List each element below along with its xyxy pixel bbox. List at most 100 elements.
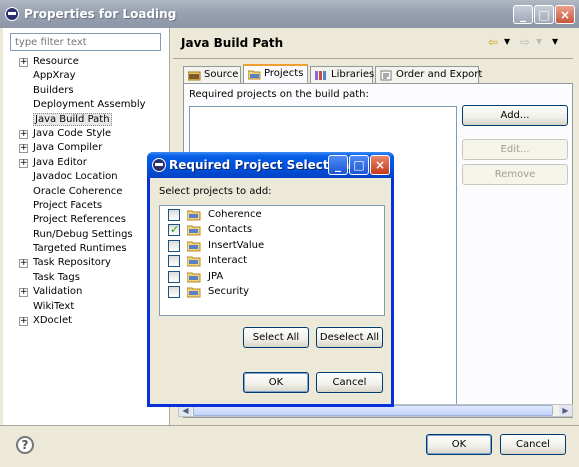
tree-item[interactable]: Deployment Assembly xyxy=(3,98,170,112)
project-name: Interact xyxy=(208,255,248,267)
tree-item-label: Project References xyxy=(33,214,126,226)
project-folder-icon xyxy=(187,272,201,283)
tree-item-label: Java Code Style xyxy=(33,127,112,139)
project-folder-icon xyxy=(187,256,201,267)
expand-plus-icon[interactable]: + xyxy=(19,158,28,168)
tree-item-label: Java Editor xyxy=(33,156,87,168)
tree-item-label: XDoclet xyxy=(33,315,73,327)
tree-item[interactable]: + Java Compiler xyxy=(3,141,170,155)
filter-input[interactable] xyxy=(10,33,161,51)
project-checkbox[interactable] xyxy=(168,286,180,298)
tree-item-label: Project Facets xyxy=(33,199,103,211)
tree-item-label: Oracle Coherence xyxy=(33,185,123,197)
back-arrow-icon[interactable]: ⇦ xyxy=(488,36,502,48)
tab-libraries[interactable]: Libraries xyxy=(310,66,374,83)
tab-order-and-export[interactable]: Order and Export xyxy=(375,66,482,83)
tree-item-label: Run/Debug Settings xyxy=(33,228,133,240)
deselect-all-button[interactable]: Deselect All xyxy=(316,327,383,348)
maximize-button[interactable]: □ xyxy=(534,5,554,24)
expand-plus-icon[interactable]: + xyxy=(19,317,28,327)
project-name: InsertValue xyxy=(208,239,265,251)
back-menu-chevron-down-icon[interactable]: ▼ xyxy=(504,36,518,48)
tree-item-label: Deployment Assembly xyxy=(33,99,146,111)
tree-item[interactable]: Task Tags xyxy=(3,271,170,285)
scroll-right-icon[interactable]: ▶ xyxy=(559,405,572,416)
tree-item[interactable]: + Task Repository xyxy=(3,256,170,270)
project-checkbox[interactable] xyxy=(168,239,180,252)
forward-arrow-icon[interactable]: ⇨ xyxy=(520,36,534,48)
header-separator xyxy=(173,58,573,59)
footer-separator xyxy=(0,425,579,426)
tree-item-label: WikiText xyxy=(33,300,75,312)
tree-item[interactable]: Oracle Coherence xyxy=(3,185,170,199)
tree-item[interactable]: Builders xyxy=(3,84,170,98)
tree-item-label: Task Repository xyxy=(33,257,111,269)
tree-item[interactable]: Targeted Runtimes xyxy=(3,242,170,256)
tree-item-label: Validation xyxy=(33,286,83,298)
tree-item-label: Task Tags xyxy=(33,271,80,283)
expand-plus-icon[interactable]: + xyxy=(19,129,28,139)
tree-item-label: Javadoc Location xyxy=(33,171,118,183)
libraries-icon xyxy=(315,71,326,80)
project-name: Contacts xyxy=(208,224,253,236)
tree-item[interactable]: WikiText xyxy=(3,300,170,314)
close-icon: × xyxy=(374,158,386,172)
expand-plus-icon[interactable]: + xyxy=(19,259,28,269)
dialog-prompt: Select projects to add: xyxy=(159,186,272,197)
select-all-button[interactable]: Select All xyxy=(243,327,309,348)
maximize-icon: □ xyxy=(538,8,550,22)
tree-item[interactable]: Run/Debug Settings xyxy=(3,228,170,242)
dialog-eclipse-icon xyxy=(152,158,166,172)
view-menu-chevron-down-icon[interactable]: ▼ xyxy=(552,36,566,48)
project-name: Coherence xyxy=(208,209,262,220)
remove-button[interactable]: Remove xyxy=(462,164,568,185)
dialog-title-bar[interactable]: Required Project Selection _ □ × xyxy=(147,152,394,178)
tab-projects[interactable]: Projects xyxy=(243,64,308,84)
help-icon[interactable]: ? xyxy=(16,436,34,454)
project-checkbox[interactable] xyxy=(168,255,180,268)
expand-plus-icon[interactable]: + xyxy=(19,58,28,67)
properties-window: Properties for Loading _ □ × + Resource Ap… xyxy=(0,0,579,467)
project-checkbox[interactable] xyxy=(168,209,180,221)
cancel-button[interactable]: Cancel xyxy=(500,434,566,455)
source-folder-icon xyxy=(188,71,201,81)
close-button[interactable]: × xyxy=(555,5,575,24)
tab-source[interactable]: Source xyxy=(183,66,241,83)
tree-item[interactable]: Project Facets xyxy=(3,199,170,213)
tree-item-label: Targeted Runtimes xyxy=(33,243,127,255)
dialog-close-button[interactable]: × xyxy=(370,155,390,175)
project-checklist: Coherence Contacts InsertValue Interact JPA S… xyxy=(159,205,385,316)
dialog-cancel-button[interactable]: Cancel xyxy=(316,372,383,393)
project-checkbox[interactable] xyxy=(168,270,180,283)
tree-item[interactable]: AppXray xyxy=(3,69,170,83)
maximize-icon: □ xyxy=(353,158,365,172)
tree-item[interactable]: + Java Editor xyxy=(3,156,170,170)
project-folder-icon xyxy=(187,287,201,298)
project-name: JPA xyxy=(208,270,224,282)
tree-item[interactable]: Javadoc Location xyxy=(3,170,170,184)
add-button[interactable]: Add... xyxy=(462,105,568,126)
tree-item[interactable]: + XDoclet xyxy=(3,314,170,328)
tree-item[interactable]: Java Build Path xyxy=(3,112,170,127)
title-bar[interactable]: Properties for Loading _ □ × xyxy=(0,0,579,28)
required-project-selection-dialog: Required Project Selection _ □ × Select … xyxy=(147,152,394,407)
project-folder-icon xyxy=(187,241,201,252)
order-export-icon xyxy=(380,70,392,81)
dialog-minimize-button[interactable]: _ xyxy=(328,155,348,175)
tree-item[interactable]: Project References xyxy=(3,213,170,227)
forward-menu-chevron-down-icon[interactable]: ▼ xyxy=(536,36,550,48)
minimize-button[interactable]: _ xyxy=(513,5,533,24)
dialog-ok-button[interactable]: OK xyxy=(243,372,309,393)
project-checkbox[interactable] xyxy=(168,223,180,237)
tree-item-label: Java Build Path xyxy=(33,112,112,126)
dialog-maximize-button[interactable]: □ xyxy=(349,155,369,175)
edit-button[interactable]: Edit... xyxy=(462,139,568,160)
dialog-title: Required Project Selection xyxy=(169,158,350,172)
expand-plus-icon[interactable]: + xyxy=(19,144,28,154)
tree-item[interactable]: + Validation xyxy=(3,285,170,299)
expand-plus-icon[interactable]: + xyxy=(19,288,28,298)
tree-item[interactable]: + Java Code Style xyxy=(3,127,170,141)
project-folder-icon xyxy=(187,225,201,236)
tree-item[interactable]: + Resource xyxy=(3,55,170,69)
ok-button[interactable]: OK xyxy=(426,434,492,455)
